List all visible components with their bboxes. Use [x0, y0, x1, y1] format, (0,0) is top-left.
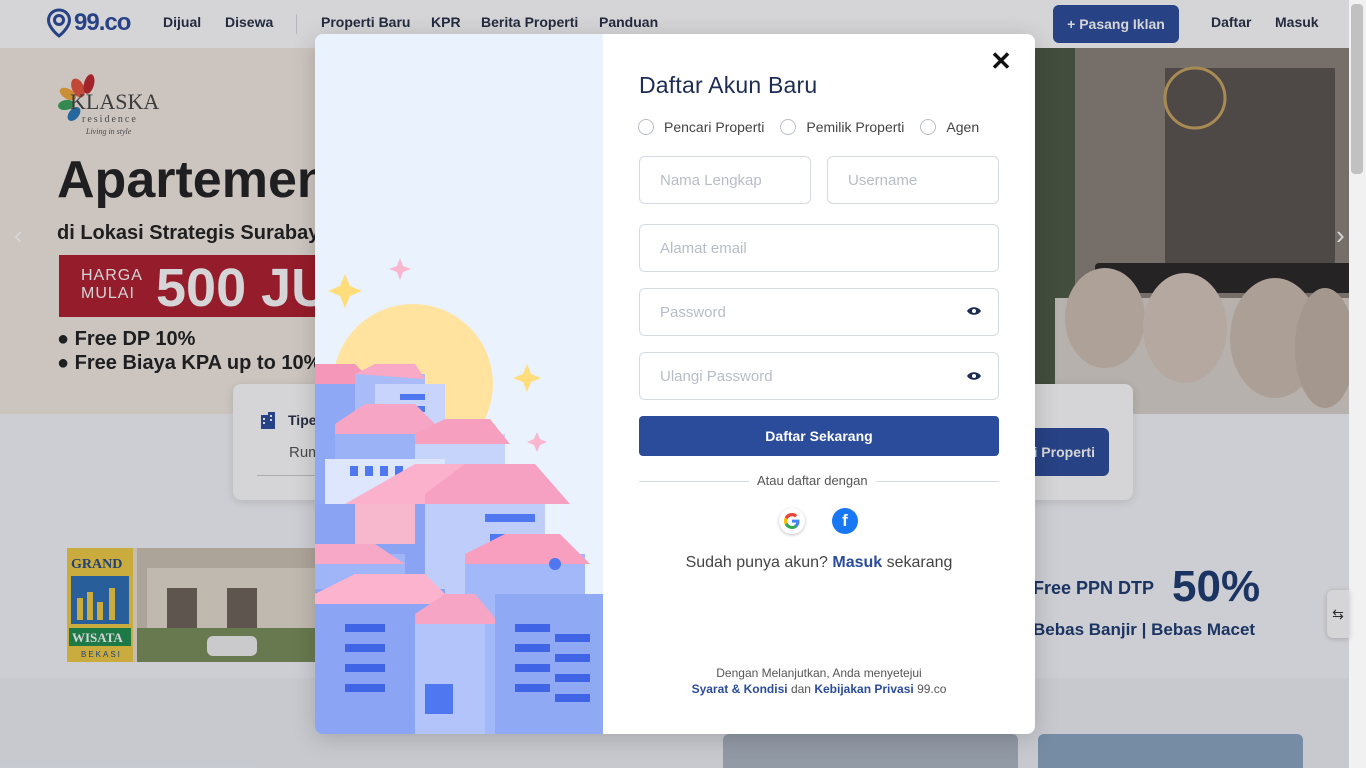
- login-prefix: Sudah punya akun?: [685, 554, 828, 571]
- login-prompt: Sudah punya akun? Masuk sekarang: [315, 554, 1035, 572]
- role-label: Pemilik Properti: [806, 119, 905, 135]
- radio-button[interactable]: [638, 119, 654, 135]
- google-icon[interactable]: [779, 508, 805, 534]
- daftar-sekarang-button[interactable]: Daftar Sekarang: [639, 416, 999, 456]
- city-illustration: [315, 34, 603, 734]
- radio-button[interactable]: [920, 119, 937, 135]
- terms-prefix: Dengan Melanjutkan, Anda menyetejui: [716, 666, 922, 680]
- close-icon[interactable]: ✕: [989, 48, 1013, 74]
- role-agen[interactable]: Agen: [920, 119, 979, 135]
- divider-text: Atau daftar dengan: [749, 473, 876, 488]
- masuk-link[interactable]: Masuk: [832, 554, 882, 571]
- terms-suffix: 99.co: [917, 682, 947, 696]
- eye-icon[interactable]: [967, 306, 981, 316]
- register-modal: ✕ Daftar Akun Baru Pencari Properti Pemi…: [315, 34, 1035, 734]
- role-radio-group: Pencari Properti Pemilik Properti Agen: [638, 119, 995, 135]
- modal-title: Daftar Akun Baru: [639, 72, 818, 98]
- login-suffix: sekarang: [886, 554, 953, 571]
- eye-icon[interactable]: [967, 371, 981, 381]
- password-input[interactable]: [639, 288, 999, 336]
- ulangi-password-input[interactable]: [639, 352, 999, 400]
- google-logo-icon: [784, 513, 800, 529]
- role-pencari-properti[interactable]: Pencari Properti: [638, 119, 764, 135]
- terms-and: dan: [790, 682, 811, 696]
- city-illustration-art: [315, 34, 603, 734]
- page: 99.co Dijual Disewa Properti Baru KPR Be…: [0, 0, 1366, 768]
- kebijakan-privasi-link[interactable]: Kebijakan Privasi: [814, 682, 913, 696]
- radio-button[interactable]: [780, 119, 797, 135]
- facebook-icon[interactable]: f: [832, 508, 858, 534]
- role-label: Pencari Properti: [664, 119, 765, 135]
- terms-text: Dengan Melanjutkan, Anda menyetejui Syar…: [603, 665, 1035, 697]
- email-input[interactable]: [639, 224, 999, 272]
- scrollbar-thumb[interactable]: [1351, 4, 1363, 174]
- nama-lengkap-input[interactable]: [639, 156, 811, 204]
- username-input[interactable]: [827, 156, 999, 204]
- role-label: Agen: [946, 119, 980, 135]
- syarat-kondisi-link[interactable]: Syarat & Kondisi: [692, 682, 788, 696]
- role-pemilik-properti[interactable]: Pemilik Properti: [780, 119, 904, 135]
